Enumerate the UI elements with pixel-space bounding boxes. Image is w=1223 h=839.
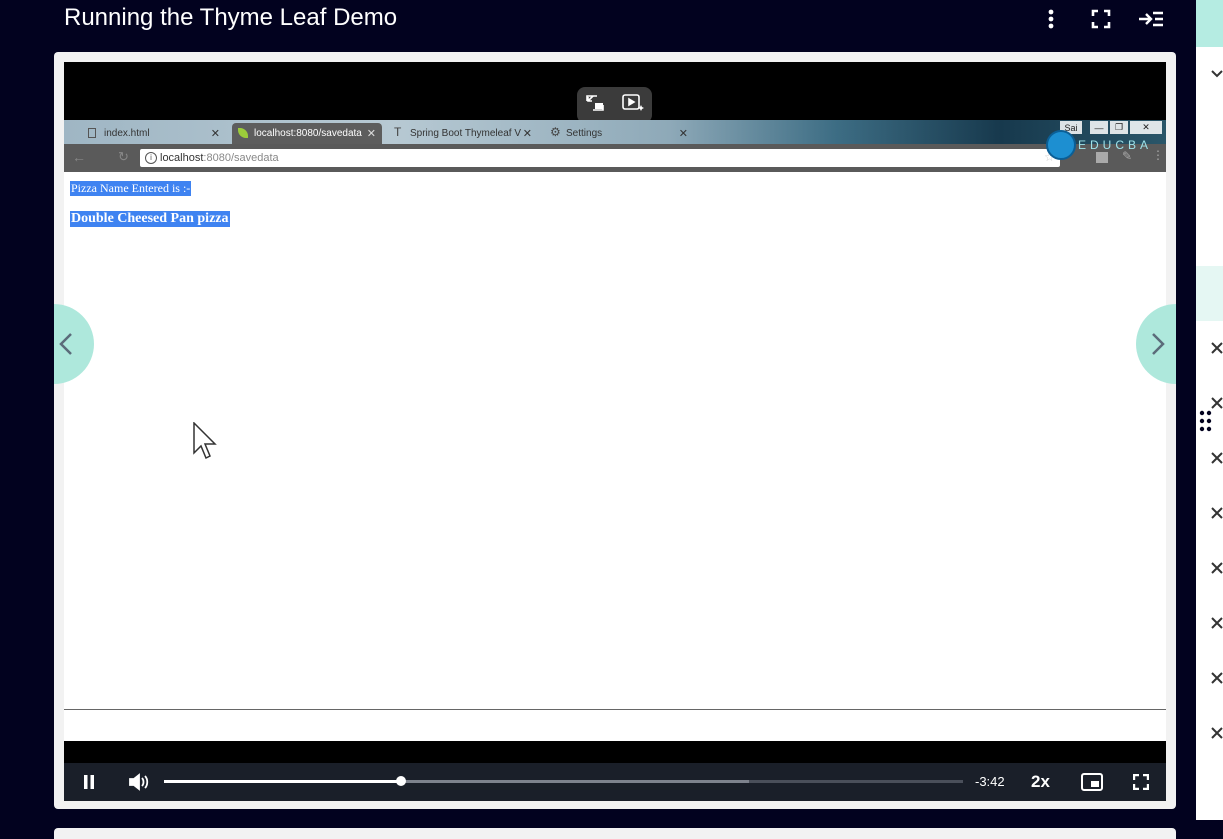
seek-handle[interactable] xyxy=(395,776,406,786)
menu-dots-icon: ⋮ xyxy=(1152,148,1164,162)
video-player[interactable]: index.html ✕ localhost:8080/savedata ✕ T… xyxy=(64,62,1166,801)
sidebar-active-row[interactable] xyxy=(1196,266,1223,321)
playback-speed-button[interactable]: 2x xyxy=(1031,772,1050,792)
expand-icon[interactable] xyxy=(1210,451,1223,465)
chevron-left-icon xyxy=(58,332,74,361)
browser-tab: index.html ✕ xyxy=(82,123,226,144)
expand-icon[interactable] xyxy=(1210,506,1223,520)
info-icon: i xyxy=(145,152,157,164)
expand-icon[interactable] xyxy=(1210,671,1223,685)
fullscreen-icon[interactable] xyxy=(1088,6,1114,32)
close-icon: ✕ xyxy=(366,128,376,140)
video-card: index.html ✕ localhost:8080/savedata ✕ T… xyxy=(54,52,1176,809)
collapse-panel-icon[interactable] xyxy=(1138,6,1164,32)
divider xyxy=(64,709,1166,710)
close-icon: ✕ xyxy=(522,128,532,140)
played-range xyxy=(164,780,401,783)
close-icon: ✕ xyxy=(678,128,688,140)
expand-icon[interactable] xyxy=(1210,616,1223,630)
chevron-right-icon xyxy=(1150,332,1166,361)
drag-handle-icon[interactable] xyxy=(1199,410,1213,437)
mouse-cursor-icon xyxy=(193,421,217,465)
video-sparkle-icon[interactable] xyxy=(621,93,645,118)
browser-tab: localhost:8080/savedata ✕ xyxy=(232,123,382,144)
page-title: Running the Thyme Leaf Demo xyxy=(64,4,398,31)
volume-icon[interactable] xyxy=(126,771,152,793)
browser-tab: T Spring Boot Thymeleaf V ✕ xyxy=(394,125,532,140)
browser-tab: ⚙ Settings ✕ xyxy=(550,125,688,140)
close-icon: ✕ xyxy=(210,128,220,140)
expand-icon[interactable] xyxy=(1210,561,1223,575)
gear-icon: ⚙ xyxy=(550,125,561,139)
expand-icon[interactable] xyxy=(1210,726,1223,740)
reload-icon: ↻ xyxy=(118,149,129,164)
browser-screenshot: index.html ✕ localhost:8080/savedata ✕ T… xyxy=(64,120,1166,741)
video-overlay-toolbar xyxy=(577,87,652,123)
educba-logo: EDUCBA xyxy=(1046,130,1152,160)
mini-player-icon[interactable] xyxy=(1080,771,1104,793)
pizza-label: Pizza Name Entered is :- xyxy=(70,181,192,196)
player-fullscreen-icon[interactable] xyxy=(1130,771,1152,793)
time-remaining: -3:42 xyxy=(975,774,1005,789)
seek-bar[interactable] xyxy=(164,776,963,786)
pizza-value: Double Cheesed Pan pizza xyxy=(70,211,230,227)
file-icon xyxy=(88,128,96,138)
picture-in-picture-icon[interactable] xyxy=(584,93,606,118)
chevron-down-icon[interactable] xyxy=(1210,67,1223,81)
next-card-edge xyxy=(54,828,1176,839)
leaf-icon xyxy=(238,128,248,138)
thymeleaf-icon: T xyxy=(394,125,402,139)
url-field: i localhost:8080/savedata xyxy=(140,149,1060,167)
player-control-bar: -3:42 2x xyxy=(64,763,1166,801)
browser-tab-strip: index.html ✕ localhost:8080/savedata ✕ T… xyxy=(64,120,1166,144)
educba-logo-icon xyxy=(1046,130,1076,160)
expand-icon[interactable] xyxy=(1210,341,1223,355)
expand-icon[interactable] xyxy=(1210,396,1223,410)
back-icon: ← xyxy=(72,149,86,165)
browser-address-bar: ← ↻ i localhost:8080/savedata ☆ ✎ ⋮ xyxy=(64,144,1166,172)
pause-icon[interactable] xyxy=(78,771,100,793)
header-bar: Running the Thyme Leaf Demo xyxy=(0,0,1196,40)
sidebar-header xyxy=(1196,0,1223,47)
previous-button[interactable] xyxy=(54,304,94,384)
more-vertical-icon[interactable] xyxy=(1038,6,1064,32)
